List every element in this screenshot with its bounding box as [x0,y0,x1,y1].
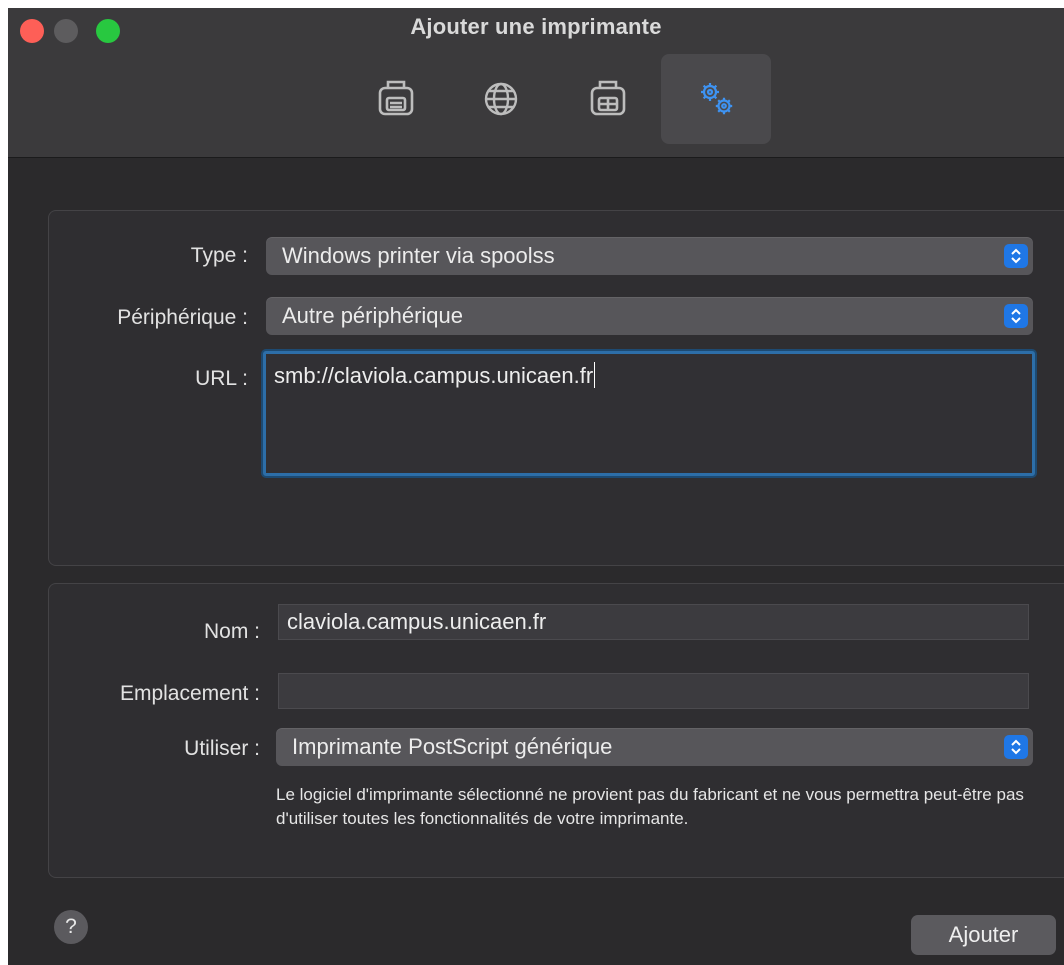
title-bar: Ajouter une imprimante [8,8,1064,158]
popup-stepper-icon [1004,244,1028,268]
device-value: Autre périphérique [282,303,464,328]
name-field[interactable]: claviola.campus.unicaen.fr [278,604,1029,640]
printer-icon [378,80,414,116]
type-popup[interactable]: Windows printer via spoolss [266,237,1033,275]
windows-printer-icon [590,80,626,116]
type-label: Type : [190,244,248,267]
device-label: Périphérique : [117,306,248,329]
url-value: smb://claviola.campus.unicaen.fr [274,363,594,388]
location-label: Emplacement : [119,682,260,705]
type-value: Windows printer via spoolss [282,243,555,268]
toolbar-windows-button[interactable] [553,54,663,144]
help-button[interactable]: ? [54,910,88,944]
advanced-gears-icon [701,83,733,115]
driver-warning-text: Le logiciel d'imprimante sélectionné ne … [276,785,1024,828]
popup-stepper-icon [1004,735,1028,759]
name-label: Nom : [203,620,260,643]
location-field[interactable] [278,673,1029,709]
add-printer-window: Ajouter une imprimante Type: Windows pr… [8,8,1064,965]
toolbar-advanced-button[interactable] [661,54,771,144]
url-field[interactable]: smb://claviola.campus.unicaen.fr [263,351,1035,476]
text-caret [594,362,596,388]
toolbar-ip-button[interactable] [446,54,556,144]
globe-icon [484,82,518,116]
driver-value: Imprimante PostScript générique [292,734,613,759]
use-label: Utiliser : [184,737,260,760]
url-label: URL : [195,367,248,390]
window-title: Ajouter une imprimante [410,14,662,39]
driver-popup[interactable]: Imprimante PostScript générique [276,728,1033,766]
toolbar-default-button[interactable] [341,54,451,144]
add-button[interactable]: Ajouter [911,915,1056,955]
device-popup[interactable]: Autre périphérique [266,297,1033,335]
popup-stepper-icon [1004,304,1028,328]
